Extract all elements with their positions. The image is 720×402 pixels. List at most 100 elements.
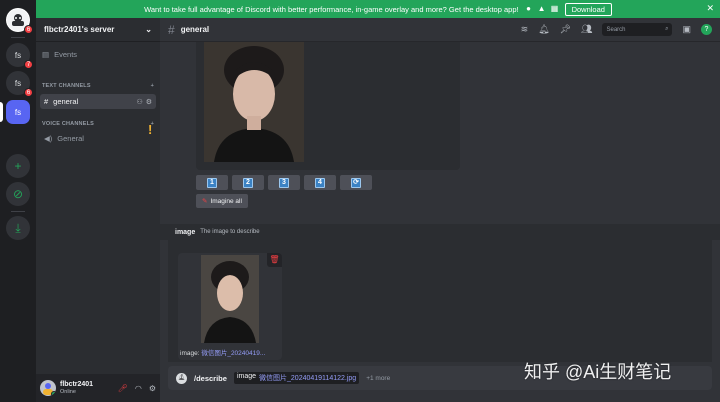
events-item[interactable]: ▤ Events <box>42 50 77 59</box>
channel-label: General <box>57 134 84 143</box>
download-apps-button[interactable]: ⤓ <box>6 216 30 240</box>
option-name: image <box>175 228 196 236</box>
desktop-app-banner: Want to take full advantage of Discord w… <box>36 0 720 18</box>
windows-icon: ▦ <box>550 4 559 13</box>
search-placeholder: Search <box>606 26 626 33</box>
notification-badge: 7 <box>24 60 33 69</box>
command-option-header: image The image to describe <box>160 224 720 240</box>
option-description: The image to describe <box>200 229 260 235</box>
attachment-prefix: image: <box>180 350 200 357</box>
portrait-image <box>204 42 304 162</box>
channel-header: # general ≋ 🔔︎ 📌︎ 👥︎ Search ⌕ ▣ ? <box>160 18 720 42</box>
home-button[interactable]: 6 <box>6 8 33 34</box>
os-icons: ● ▲ ▦ <box>525 5 559 13</box>
plus-icon[interactable]: + <box>151 83 154 89</box>
param-name: image <box>236 373 257 380</box>
avatar[interactable] <box>40 380 56 396</box>
events-label: Events <box>54 50 78 59</box>
attachment-thumbnail <box>201 255 259 343</box>
gear-icon[interactable]: ⚙ <box>149 384 156 393</box>
attachment-filename: 微信图片_20240419... <box>201 350 266 357</box>
notification-badge: 6 <box>24 25 33 34</box>
close-icon[interactable]: ✕ <box>706 3 714 14</box>
upscale-button-1[interactable]: 1 <box>196 175 228 190</box>
header-toolbar: ≋ 🔔︎ 📌︎ 👥︎ Search ⌕ ▣ ? <box>521 23 712 36</box>
threads-icon[interactable]: ≋ <box>521 24 529 35</box>
inbox-icon[interactable]: ▣ <box>682 24 691 35</box>
download-button[interactable]: Download <box>564 2 612 16</box>
channel-item-general[interactable]: # general ⚇ ⚙ <box>40 94 156 109</box>
members-icon[interactable]: 👥︎ <box>581 24 592 35</box>
search-input[interactable]: Search ⌕ <box>602 23 673 36</box>
command-name: /describe <box>194 373 227 383</box>
upscale-button-row: 1 2 3 4 ⟳ <box>196 175 372 190</box>
search-icon: ⌕ <box>665 26 669 32</box>
refresh-icon: ⟳ <box>351 177 361 188</box>
bot-embed <box>196 42 460 170</box>
calendar-icon: ▤ <box>42 50 50 59</box>
hash-icon: # <box>168 22 175 37</box>
attachment-area: 🗑︎ image: 微信图片_20240419... <box>168 240 712 362</box>
banner-text: Want to take full advantage of Discord w… <box>144 4 519 14</box>
add-server-button[interactable]: + <box>6 154 30 178</box>
help-icon[interactable]: ? <box>701 24 712 35</box>
zhihu-watermark: 知乎 @Ai生财笔记 <box>524 362 672 382</box>
microphone-muted-icon[interactable]: 🎤︎ <box>118 384 128 393</box>
command-param-chip[interactable]: image 微信图片_20240419114122.jpg <box>233 372 360 384</box>
headphones-icon[interactable]: ◠ <box>135 384 142 393</box>
button-label: 4 <box>315 177 325 188</box>
explore-servers-button[interactable]: ⊘ <box>6 182 30 206</box>
add-member-icon[interactable]: ⚇ <box>136 98 142 106</box>
pin-icon[interactable]: 📌︎ <box>560 24 571 35</box>
upscale-button-2[interactable]: 2 <box>232 175 264 190</box>
generated-image[interactable] <box>204 42 304 162</box>
username: flbctr2401 <box>60 381 94 389</box>
android-icon: ▲ <box>537 4 546 13</box>
gear-icon[interactable]: ⚙ <box>146 98 152 106</box>
server-header[interactable]: flbctr2401's server ⌄ <box>36 18 160 42</box>
button-label: 3 <box>279 177 289 188</box>
user-info[interactable]: flbctr2401 Online <box>60 381 93 395</box>
notification-badge: 6 <box>24 88 33 97</box>
server-icon-fs-2[interactable]: fs 6 <box>6 71 33 97</box>
warning-icon: ! <box>148 122 153 137</box>
chevron-down-icon: ⌄ <box>145 25 152 34</box>
active-server-pill <box>0 102 3 122</box>
voice-channels-category[interactable]: VOICE CHANNELS + <box>42 121 154 127</box>
rail-divider <box>11 211 25 212</box>
bell-icon[interactable]: 🔔︎ <box>538 24 549 35</box>
speaker-icon: ◀) <box>44 134 53 143</box>
online-status-dot <box>51 391 56 396</box>
button-label: 2 <box>243 177 253 188</box>
user-status: Online <box>60 388 76 395</box>
category-label: TEXT CHANNELS <box>42 83 91 89</box>
download-icon: ⤓ <box>15 220 21 235</box>
reroll-button[interactable]: ⟳ <box>340 175 372 190</box>
upscale-button-3[interactable]: 3 <box>268 175 300 190</box>
delete-attachment-icon[interactable]: 🗑︎ <box>267 253 282 267</box>
message-list: 1 2 3 4 ⟳ ✎ Imagine all <box>160 42 710 228</box>
server-label: fs <box>14 107 22 117</box>
voice-channel-general[interactable]: ◀) General <box>40 131 156 146</box>
attachment-card[interactable]: 🗑︎ image: 微信图片_20240419... <box>178 253 282 360</box>
imagine-all-button[interactable]: ✎ Imagine all <box>196 194 248 208</box>
more-options-label[interactable]: +1 more <box>366 375 390 382</box>
paintbrush-icon: ✎ <box>202 198 208 205</box>
attachment-caption: image: 微信图片_20240419... <box>180 347 280 357</box>
hash-icon: # <box>44 97 49 106</box>
channel-tools: ⚇ ⚙ <box>136 98 152 106</box>
channel-sidebar: flbctr2401's server ⌄ ▤ Events TEXT CHAN… <box>36 18 160 402</box>
rail-divider <box>11 37 25 38</box>
plus-icon: + <box>14 159 22 173</box>
portrait-thumbnail <box>201 255 259 343</box>
text-channels-category[interactable]: TEXT CHANNELS + <box>42 83 154 89</box>
server-name: flbctr2401's server <box>44 25 115 34</box>
channel-label: general <box>53 97 79 106</box>
apple-icon: ● <box>526 4 531 13</box>
server-icon-fs-1[interactable]: fs 7 <box>6 43 33 69</box>
server-icon-fs-active[interactable]: fs <box>6 100 30 124</box>
user-panel: flbctr2401 Online 🎤︎ ◠ ⚙ <box>36 374 160 402</box>
upscale-button-4[interactable]: 4 <box>304 175 336 190</box>
server-label: fs <box>14 78 22 88</box>
param-value: 微信图片_20240419114122.jpg <box>259 375 357 382</box>
